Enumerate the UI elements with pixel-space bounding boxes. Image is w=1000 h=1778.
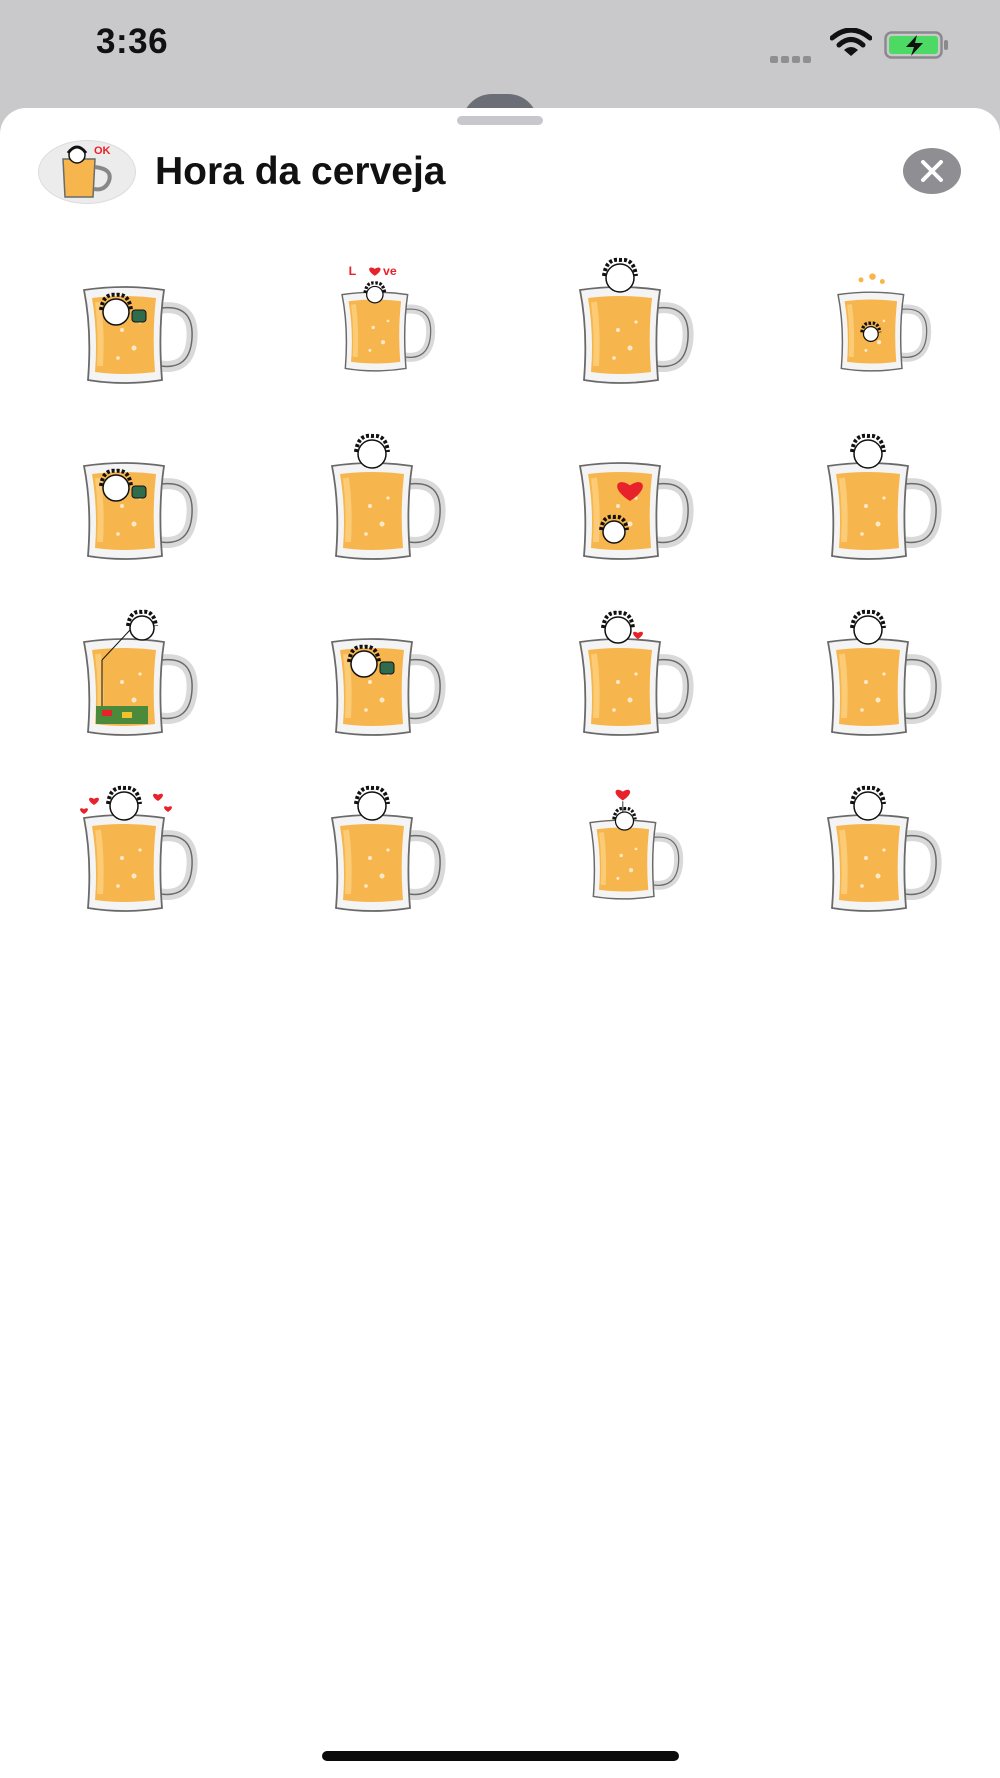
close-icon: [921, 160, 943, 182]
sticker-hearts-eyes[interactable]: [8, 758, 256, 934]
sticker-peek[interactable]: [752, 582, 1000, 758]
sticker-peek[interactable]: [752, 406, 1000, 582]
beer-mug-icon: [826, 433, 942, 560]
sticker-peek[interactable]: [256, 406, 504, 582]
beer-mug-icon: [80, 785, 198, 912]
app-icon-badge: OK: [94, 145, 111, 157]
sticker-peek[interactable]: [752, 758, 1000, 934]
sticker-sheet: OK Hora da cerveja L ve: [0, 108, 1000, 1778]
beer-mug-icon: [330, 433, 446, 560]
beer-mug-icon: [578, 462, 694, 560]
beer-mug-icon: [826, 609, 942, 736]
home-indicator[interactable]: [322, 1751, 679, 1761]
sticker-love[interactable]: L ve: [256, 230, 504, 406]
sticker-thumbs-up[interactable]: [8, 230, 256, 406]
beer-mug-icon: [82, 462, 198, 560]
beer-mug-icon: L ve: [341, 264, 436, 372]
wifi-icon: [830, 28, 872, 56]
cellular-icon: [770, 50, 814, 68]
svg-text:L: L: [349, 264, 357, 278]
beer-mug-icon: [826, 785, 942, 912]
sticker-thumbs-up[interactable]: [8, 406, 256, 582]
sticker-peek-heart[interactable]: [504, 582, 752, 758]
close-button[interactable]: [903, 148, 961, 194]
beer-mug-icon: [578, 610, 694, 736]
sticker-grid: L ve: [8, 230, 1000, 934]
sheet-grabber[interactable]: [457, 116, 543, 125]
beer-mug-icon: [82, 609, 198, 736]
sheet-title: Hora da cerveja: [155, 150, 446, 193]
sticker-heart-inside[interactable]: [504, 406, 752, 582]
beer-mug-icon: [330, 638, 446, 736]
sticker-splash[interactable]: [752, 230, 1000, 406]
battery-charging-icon: [884, 31, 948, 59]
sticker-heart-balloon[interactable]: [504, 758, 752, 934]
beer-mug-icon: [589, 789, 684, 900]
beer-mug-icon: [837, 273, 932, 372]
status-time: 3:36: [96, 22, 169, 61]
beer-mug-icon: [578, 257, 694, 384]
sticker-thumbs-up[interactable]: [256, 582, 504, 758]
status-bar: 3:36: [0, 0, 1000, 100]
sticker-fishing[interactable]: [8, 582, 256, 758]
svg-text:ve: ve: [383, 264, 397, 278]
app-icon: OK: [38, 140, 136, 204]
sheet-header: OK Hora da cerveja: [0, 126, 1000, 210]
beer-mug-icon: [330, 785, 446, 912]
beer-mug-ok-icon: OK: [62, 145, 112, 198]
sticker-peek[interactable]: [256, 758, 504, 934]
beer-mug-icon: [82, 286, 198, 384]
sticker-peek[interactable]: [504, 230, 752, 406]
